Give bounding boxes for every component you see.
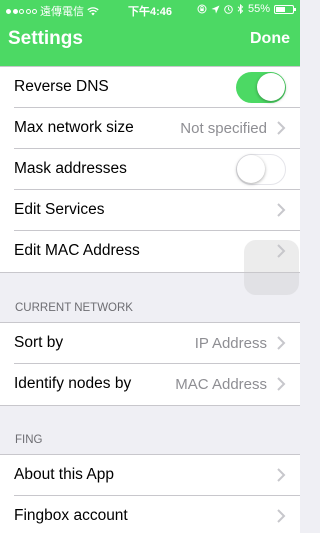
battery-icon <box>274 4 296 14</box>
page-title: Settings <box>8 28 83 49</box>
mask-addresses-label: Mask addresses <box>14 160 127 177</box>
battery-nub <box>294 7 296 11</box>
location-arrow-icon <box>211 5 220 13</box>
chevron-right-icon <box>277 336 286 350</box>
chevron-right-icon <box>277 468 286 482</box>
chevron-right-icon <box>277 121 286 135</box>
mask-addresses-row: Mask addresses <box>14 149 300 190</box>
fingbox-account-row[interactable]: Fingbox account <box>14 496 300 533</box>
reverse-dns-label: Reverse DNS <box>14 78 109 95</box>
current-network-group: Sort by IP Address Identify nodes by MAC… <box>0 322 300 406</box>
fing-header: FING <box>15 434 43 446</box>
lock-rotation-icon <box>197 4 207 14</box>
done-button[interactable]: Done <box>250 30 290 48</box>
identify-nodes-value: MAC Address <box>175 376 267 393</box>
sort-by-value: IP Address <box>194 335 267 352</box>
toggle-knob <box>237 155 265 183</box>
status-right: 55% <box>197 3 296 15</box>
chevron-right-icon <box>277 377 286 391</box>
about-app-row[interactable]: About this App <box>14 455 300 496</box>
fing-group: About this App Fingbox account <box>0 454 300 533</box>
max-network-size-label: Max network size <box>14 119 134 136</box>
identify-nodes-row[interactable]: Identify nodes by MAC Address <box>14 364 300 405</box>
toggle-knob <box>257 73 285 101</box>
max-network-size-row[interactable]: Max network size Not specified <box>14 108 300 149</box>
sort-by-row[interactable]: Sort by IP Address <box>14 323 300 364</box>
edit-services-label: Edit Services <box>14 201 105 218</box>
edit-mac-address-label: Edit MAC Address <box>14 242 140 259</box>
sort-by-label: Sort by <box>14 334 64 351</box>
clock-icon <box>224 4 233 14</box>
max-network-size-value: Not specified <box>180 120 267 137</box>
reverse-dns-row: Reverse DNS <box>14 67 300 108</box>
edit-services-row[interactable]: Edit Services <box>14 190 300 231</box>
chevron-right-icon <box>277 509 286 523</box>
assistive-touch-button[interactable] <box>244 240 299 295</box>
fingbox-account-label: Fingbox account <box>14 507 128 524</box>
identify-nodes-label: Identify nodes by <box>14 375 132 392</box>
battery-fill <box>276 6 285 12</box>
chevron-right-icon <box>277 203 286 217</box>
current-network-header: CURRENT NETWORK <box>15 302 133 314</box>
reverse-dns-toggle[interactable] <box>236 72 286 103</box>
mask-addresses-toggle[interactable] <box>236 154 286 185</box>
about-app-label: About this App <box>14 466 114 483</box>
nav-header: 遠傳電信 下午4:46 55% Settings Done <box>0 0 300 66</box>
bluetooth-icon <box>237 4 244 14</box>
battery-percent: 55% <box>247 3 270 15</box>
status-bar: 遠傳電信 下午4:46 55% <box>0 0 300 20</box>
